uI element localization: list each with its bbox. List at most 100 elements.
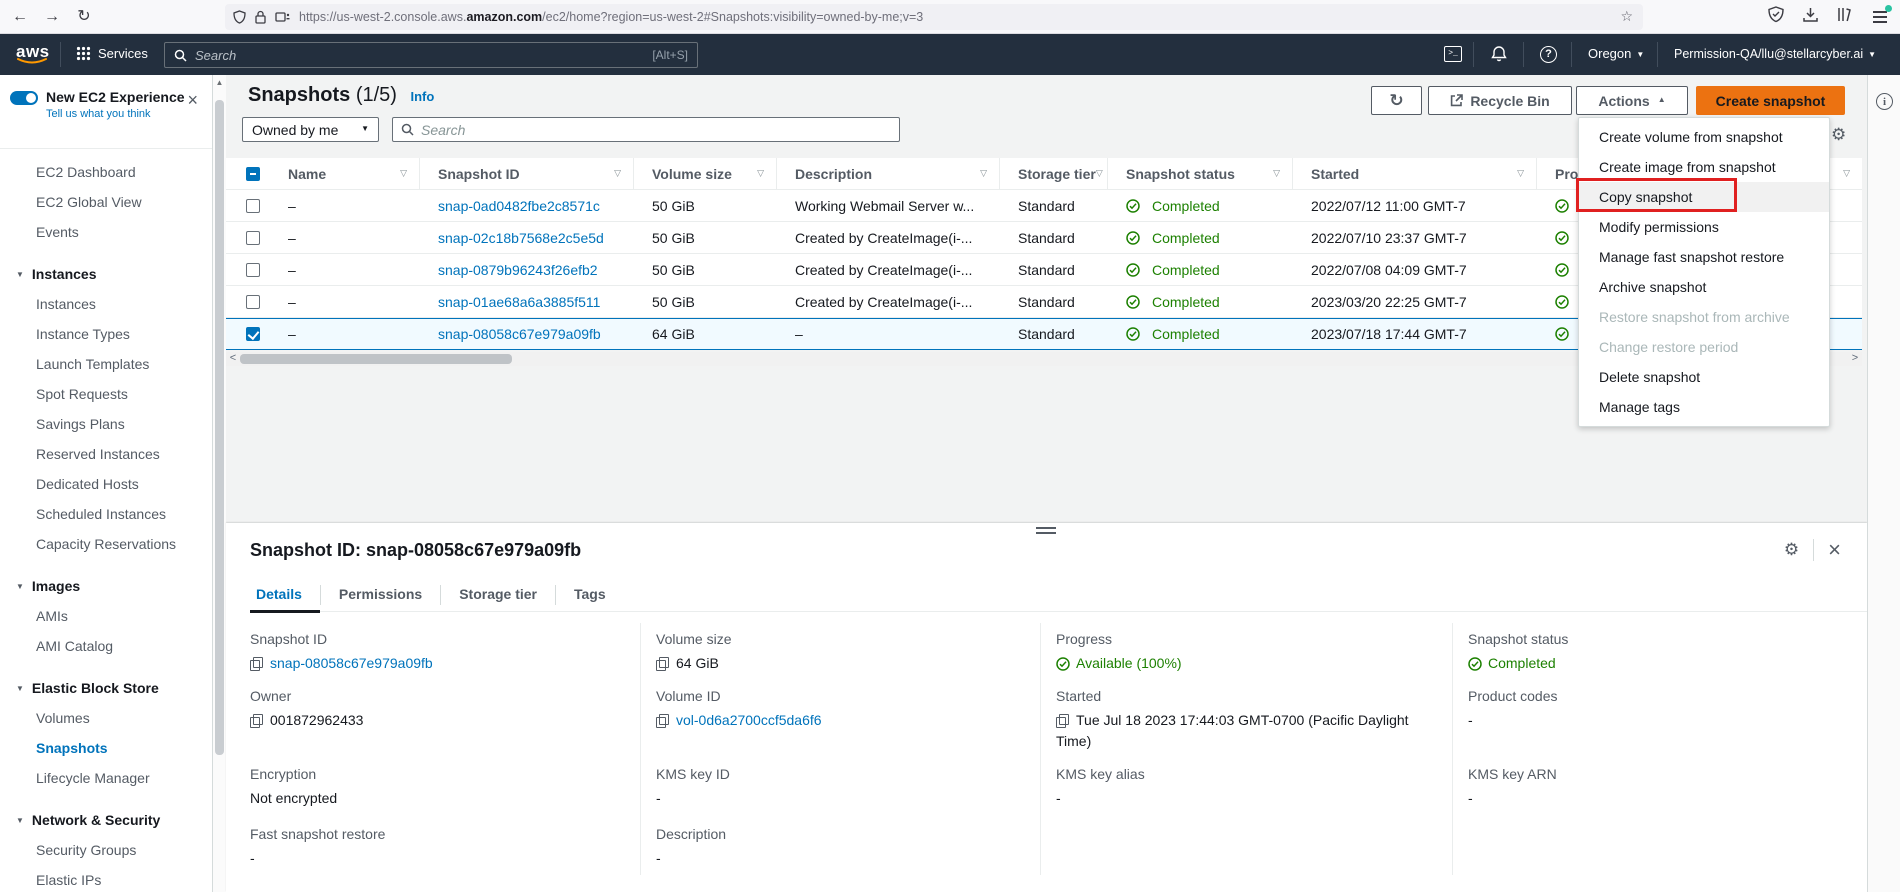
filter-icon[interactable]: ▽ (400, 168, 407, 179)
browser-reload-icon[interactable]: ↻ (72, 5, 96, 29)
column-header-snapshot-id[interactable]: Snapshot ID▽ (420, 158, 634, 189)
snapshot-id-link[interactable]: snap-0ad0482fbe2c8571c (438, 198, 600, 214)
column-header-name[interactable]: Name▽ (270, 158, 420, 189)
sidebar-item-capacity-reservations[interactable]: Capacity Reservations (0, 529, 212, 559)
sidebar-item-scheduled-instances[interactable]: Scheduled Instances (0, 499, 212, 529)
scrollbar-thumb[interactable] (240, 354, 512, 364)
aws-search-input[interactable] (195, 48, 652, 63)
details-close-icon[interactable]: × (1828, 541, 1841, 559)
sidebar-section-instances[interactable]: Instances (0, 259, 212, 289)
sidebar-section-images[interactable]: Images (0, 571, 212, 601)
sidebar-item-ami-catalog[interactable]: AMI Catalog (0, 631, 212, 661)
tab-details[interactable]: Details (250, 578, 320, 612)
ownership-filter-dropdown[interactable]: Owned by me (242, 117, 379, 142)
snapshot-id-link[interactable]: snap-08058c67e979a09fb (270, 655, 433, 671)
scrollbar-thumb[interactable] (215, 100, 224, 755)
downloads-icon[interactable] (1802, 6, 1822, 26)
sidebar-item-dedicated-hosts[interactable]: Dedicated Hosts (0, 469, 212, 499)
copy-icon[interactable] (656, 657, 668, 670)
sidebar-item-lifecycle-manager[interactable]: Lifecycle Manager (0, 763, 212, 793)
services-menu[interactable]: Services (76, 46, 148, 61)
tab-tags[interactable]: Tags (556, 578, 624, 612)
volume-id-link[interactable]: vol-0d6a2700ccf5da6f6 (676, 712, 822, 728)
vertical-scrollbar[interactable]: ▲ (213, 75, 226, 892)
menu-item-modify-permissions[interactable]: Modify permissions (1579, 212, 1829, 242)
actions-button[interactable]: Actions (1576, 86, 1688, 115)
sidebar-item-security-groups[interactable]: Security Groups (0, 835, 212, 865)
filter-icon[interactable]: ▽ (1517, 168, 1524, 179)
snapshot-search-input[interactable] (421, 122, 891, 138)
browser-menu-icon[interactable] (1870, 8, 1890, 28)
filter-icon[interactable]: ▽ (980, 168, 987, 179)
browser-back-icon[interactable]: ← (8, 5, 32, 29)
row-checkbox[interactable] (246, 327, 260, 341)
menu-item-manage-tags[interactable]: Manage tags (1579, 392, 1829, 422)
help-icon[interactable]: ? (1540, 46, 1557, 63)
copy-icon[interactable] (250, 714, 262, 727)
copy-icon[interactable] (656, 714, 668, 727)
sidebar-item-savings-plans[interactable]: Savings Plans (0, 409, 212, 439)
account-menu[interactable]: Permission-QA/llu@stellarcyber.ai (1674, 47, 1876, 61)
sidebar-item-elastic-ips[interactable]: Elastic IPs (0, 865, 212, 892)
sidebar-item-volumes[interactable]: Volumes (0, 703, 212, 733)
row-checkbox[interactable] (246, 263, 260, 277)
row-checkbox[interactable] (246, 295, 260, 309)
scroll-right-icon[interactable]: > (1848, 352, 1862, 366)
notifications-bell-icon[interactable] (1491, 45, 1507, 65)
library-icon[interactable] (1836, 6, 1856, 26)
refresh-button[interactable]: ↻ (1371, 86, 1422, 115)
column-header-snapshot-status[interactable]: Snapshot status▽ (1108, 158, 1293, 189)
sidebar-item-instance-types[interactable]: Instance Types (0, 319, 212, 349)
sidebar-item-reserved-instances[interactable]: Reserved Instances (0, 439, 212, 469)
sidebar-item-amis[interactable]: AMIs (0, 601, 212, 631)
cloudshell-icon[interactable]: >_ (1444, 46, 1462, 62)
filter-icon[interactable]: ▽ (1096, 168, 1103, 179)
sidebar-item-ec2-global-view[interactable]: EC2 Global View (0, 187, 212, 217)
sidebar-item-launch-templates[interactable]: Launch Templates (0, 349, 212, 379)
experience-toggle[interactable] (10, 91, 38, 105)
sidebar-section-network-security[interactable]: Network & Security (0, 805, 212, 835)
menu-item-archive-snapshot[interactable]: Archive snapshot (1579, 272, 1829, 302)
details-settings-gear-icon[interactable]: ⚙ (1784, 540, 1799, 560)
panel-drag-handle[interactable] (1036, 527, 1056, 537)
copy-icon[interactable] (250, 657, 262, 670)
menu-item-delete-snapshot[interactable]: Delete snapshot (1579, 362, 1829, 392)
protection-shield-icon[interactable] (1768, 6, 1788, 26)
select-all-checkbox[interactable] (246, 167, 260, 181)
row-checkbox[interactable] (246, 231, 260, 245)
region-selector[interactable]: Oregon (1588, 46, 1644, 61)
snapshot-id-link[interactable]: snap-08058c67e979a09fb (438, 326, 601, 342)
sidebar-section-elastic-block-store[interactable]: Elastic Block Store (0, 673, 212, 703)
filter-icon[interactable]: ▽ (614, 168, 621, 179)
info-icon[interactable]: i (1876, 93, 1893, 110)
sidebar-item-spot-requests[interactable]: Spot Requests (0, 379, 212, 409)
copy-icon[interactable] (1056, 714, 1068, 727)
filter-icon[interactable]: ▽ (1273, 168, 1280, 179)
snapshot-search[interactable] (392, 117, 900, 142)
menu-item-create-volume-from-snapshot[interactable]: Create volume from snapshot (1579, 122, 1829, 152)
sidebar-item-snapshots[interactable]: Snapshots (0, 733, 212, 763)
snapshot-id-link[interactable]: snap-01ae68a6a3885f511 (438, 294, 600, 310)
aws-logo[interactable]: aws (16, 42, 50, 62)
tab-permissions[interactable]: Permissions (321, 578, 440, 612)
snapshot-id-link[interactable]: snap-0879b96243f26efb2 (438, 262, 598, 278)
row-checkbox[interactable] (246, 199, 260, 213)
bookmark-star-icon[interactable]: ☆ (1620, 8, 1633, 25)
sidebar-item-events[interactable]: Events (0, 217, 212, 247)
column-header-started[interactable]: Started▽ (1293, 158, 1537, 189)
filter-icon[interactable]: ▽ (1843, 168, 1850, 179)
filter-icon[interactable]: ▽ (757, 168, 764, 179)
snapshot-id-link[interactable]: snap-02c18b7568e2c5e5d (438, 230, 604, 246)
recycle-bin-button[interactable]: Recycle Bin (1428, 86, 1572, 115)
sidebar-item-instances[interactable]: Instances (0, 289, 212, 319)
close-icon[interactable]: × (187, 93, 198, 107)
browser-forward-icon[interactable]: → (40, 5, 64, 29)
scroll-up-icon[interactable]: ▲ (213, 78, 226, 87)
info-link[interactable]: Info (411, 89, 435, 104)
scroll-left-icon[interactable]: < (226, 352, 240, 366)
tab-storage-tier[interactable]: Storage tier (441, 578, 555, 612)
column-header-storage-tier[interactable]: Storage tier▽ (1000, 158, 1108, 189)
sidebar-item-ec2-dashboard[interactable]: EC2 Dashboard (0, 157, 212, 187)
column-header-volume-size[interactable]: Volume size▽ (634, 158, 777, 189)
table-settings-gear-icon[interactable]: ⚙ (1831, 125, 1846, 145)
